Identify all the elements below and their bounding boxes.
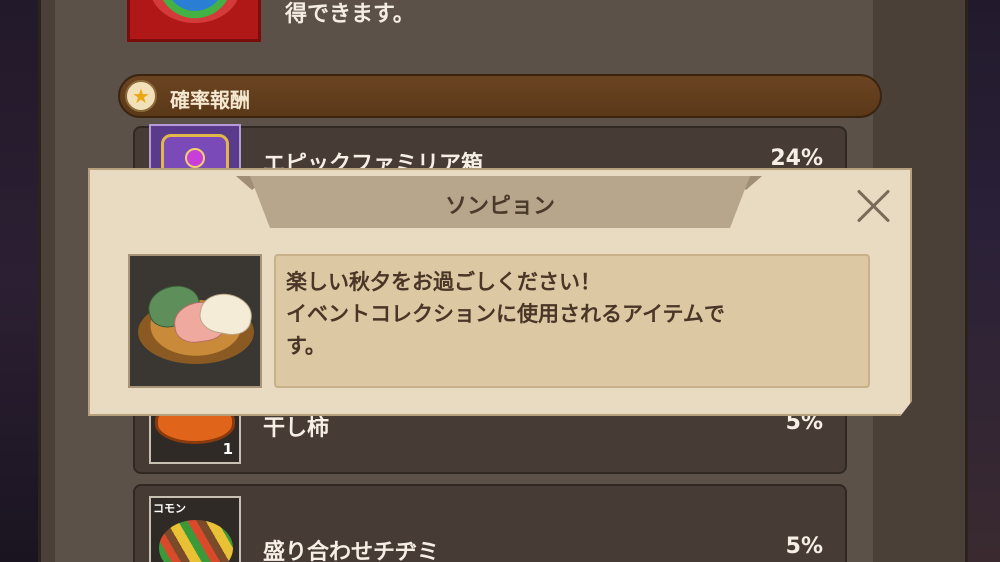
description-line: す。: [286, 334, 326, 358]
reward-row[interactable]: コモン 盛り合わせチヂミ 5%: [133, 484, 847, 562]
fortune-coin-icon: [150, 0, 240, 23]
description-line: イベントコレクションに使用されるアイテムで: [286, 302, 725, 326]
popup-title: ソンピョン: [444, 194, 555, 219]
item-quantity: 1: [222, 440, 233, 458]
reward-name: 盛り合わせチヂミ: [263, 540, 440, 562]
assorted-jeon-icon[interactable]: コモン: [149, 496, 241, 562]
star-icon: ★: [125, 80, 157, 112]
reward-chance: 5%: [785, 534, 823, 559]
background-left: [0, 0, 40, 562]
fortune-item-icon: [127, 0, 261, 42]
top-item-description: 得できます。: [285, 2, 415, 27]
jeon-plate: [159, 520, 233, 562]
rarity-badge: コモン: [153, 502, 186, 515]
close-icon[interactable]: [854, 186, 894, 226]
section-header: ★ 確率報酬: [118, 74, 882, 118]
section-title: 確率報酬: [170, 88, 250, 112]
songpyeon-item-icon: [128, 254, 262, 388]
chest-gem: [185, 148, 205, 168]
reward-chance: 24%: [770, 146, 823, 171]
description-line: 楽しい秋夕をお過ごしください！: [286, 270, 601, 294]
item-info-popup: ソンピョン 楽しい秋夕をお過ごしください！ イベントコレクションに使用されるアイ…: [88, 168, 912, 416]
item-description-box: 楽しい秋夕をお過ごしください！ イベントコレクションに使用されるアイテムで す。: [274, 254, 870, 388]
